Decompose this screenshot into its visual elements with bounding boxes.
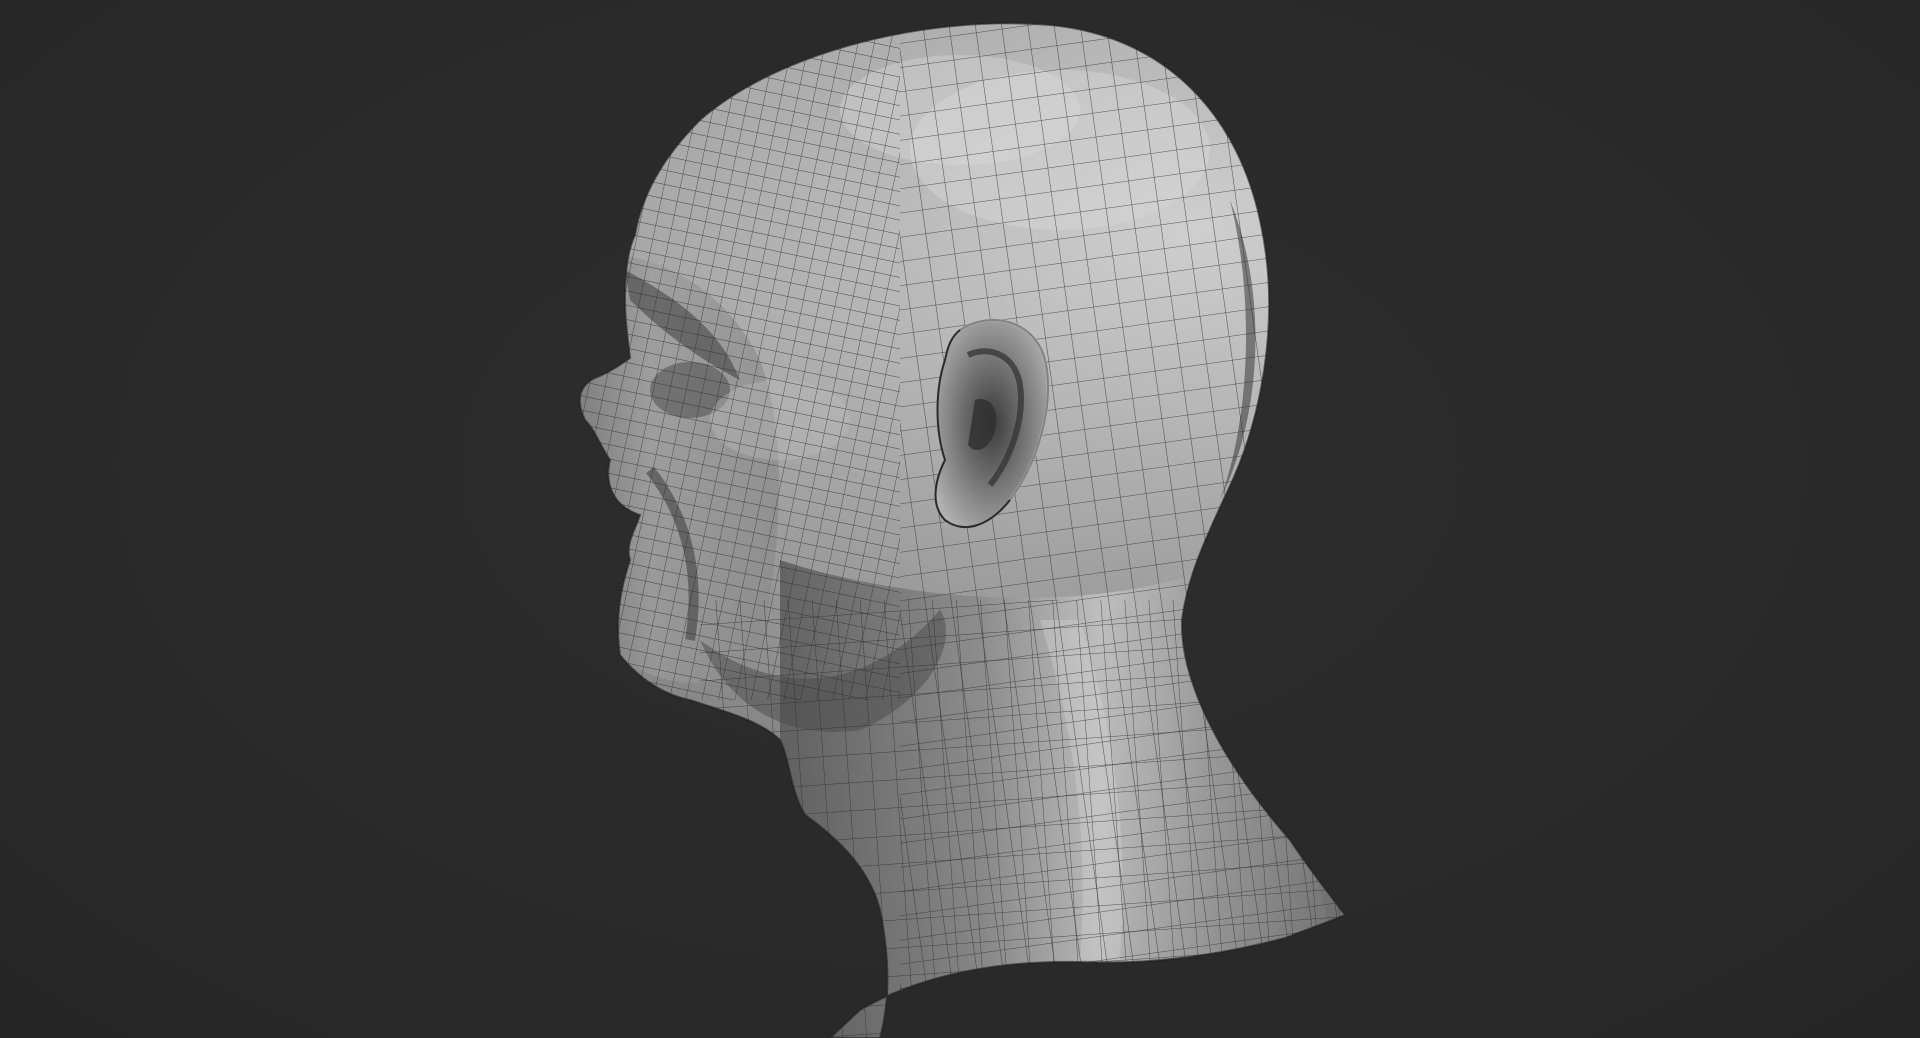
3d-viewport[interactable]	[0, 0, 1920, 1038]
head-mesh-model[interactable]	[0, 0, 1920, 1038]
